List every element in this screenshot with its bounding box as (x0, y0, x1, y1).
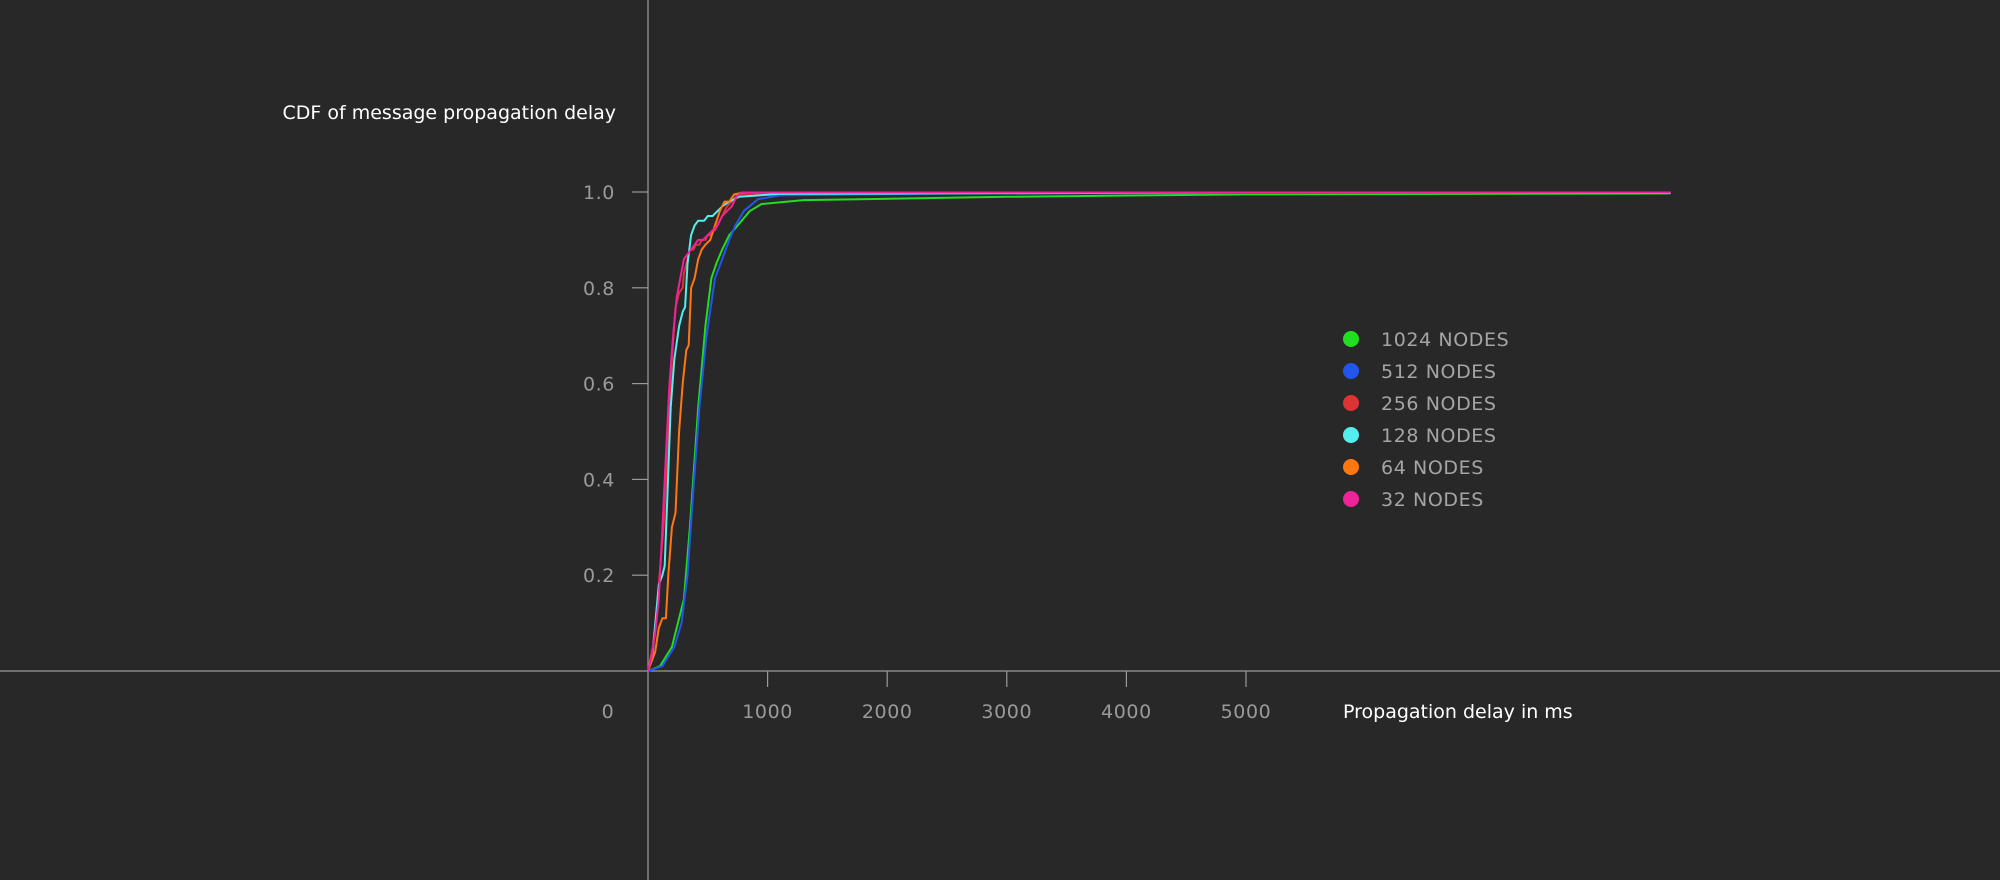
legend-marker (1343, 491, 1359, 507)
series-line-512-nodes (647, 192, 1671, 672)
legend-marker (1343, 459, 1359, 475)
y-tick-label: 0.4 (583, 469, 615, 491)
legend-marker (1343, 427, 1359, 443)
x-tick-label: 3000 (981, 701, 1032, 723)
x-tick-label: 5000 (1221, 701, 1272, 723)
x-tick-label: 2000 (862, 701, 913, 723)
x-tick-label: 1000 (742, 701, 793, 723)
series-line-1024-nodes (647, 192, 1671, 672)
y-axis-title: CDF of message propagation delay (283, 102, 616, 124)
y-tick-label: 0.8 (583, 278, 615, 300)
legend-label: 32 NODES (1381, 489, 1484, 511)
y-tick-label: 1.0 (583, 182, 615, 204)
legend-label: 256 NODES (1381, 393, 1497, 415)
x-tick-label: 4000 (1101, 701, 1152, 723)
legend-label: 512 NODES (1381, 361, 1497, 383)
series-line-256-nodes (647, 191, 1671, 672)
y-tick-label: 0.6 (583, 374, 615, 396)
legend-marker (1343, 363, 1359, 379)
legend-marker (1343, 331, 1359, 347)
legend-label: 64 NODES (1381, 457, 1484, 479)
legend: 1024 NODES 512 NODES 256 NODES 128 NODES 64 … (1343, 329, 1509, 511)
series-line-32-nodes (647, 191, 1671, 672)
legend-marker (1343, 395, 1359, 411)
y-tick-label: 0.2 (583, 565, 615, 587)
x-tick-label: 0 (602, 701, 615, 723)
series-lines (647, 191, 1671, 672)
x-axis-title: Propagation delay in ms (1343, 701, 1573, 723)
series-line-64-nodes (647, 191, 1671, 672)
cdf-line-chart: 0 1000 2000 3000 4000 5000 0.2 0.4 0.6 0.8 1.0 CD… (0, 0, 2000, 880)
x-axis-ticks: 0 1000 2000 3000 4000 5000 (602, 671, 1272, 723)
series-line-128-nodes (647, 191, 1671, 672)
legend-label: 1024 NODES (1381, 329, 1509, 351)
legend-label: 128 NODES (1381, 425, 1497, 447)
y-axis-ticks: 0.2 0.4 0.6 0.8 1.0 (583, 182, 648, 587)
